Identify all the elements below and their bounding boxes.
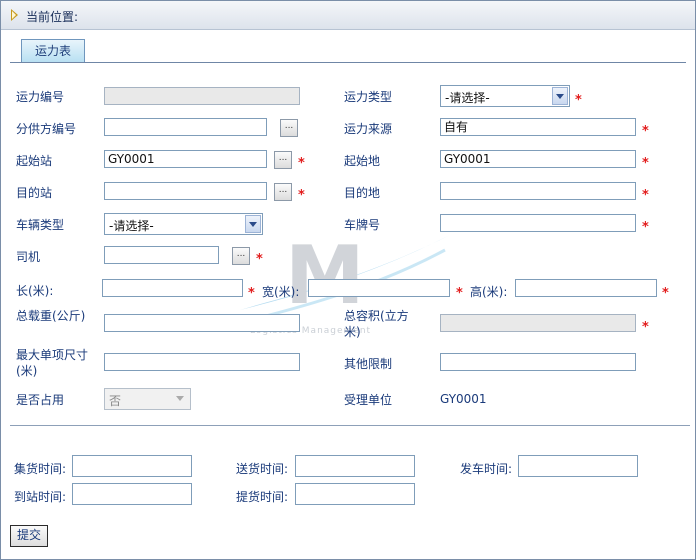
chevron-down-icon: [173, 390, 189, 408]
delivery-time-field[interactable]: [295, 455, 415, 477]
required-mark: *: [575, 93, 582, 108]
required-mark: *: [456, 286, 463, 301]
chevron-down-icon[interactable]: [552, 87, 568, 105]
total-volume-label: 总容积(立方米): [344, 309, 409, 339]
tab-underline: [10, 62, 686, 63]
start-place-label: 起始地: [344, 154, 381, 168]
delivery-time-label: 送货时间:: [236, 462, 289, 476]
supplier-no-label: 分供方编号: [16, 122, 77, 136]
start-station-field[interactable]: GY0001: [104, 150, 267, 168]
tab-capacity-table[interactable]: 运力表: [21, 39, 85, 63]
pickup-time-field[interactable]: [295, 483, 415, 505]
vehicle-type-value: -请选择-: [109, 219, 154, 233]
total-weight-field[interactable]: [104, 314, 300, 332]
location-label: 当前位置:: [26, 10, 79, 24]
is-occupied-label: 是否占用: [16, 393, 65, 407]
chevron-down-icon[interactable]: [245, 215, 261, 233]
required-mark: *: [662, 286, 669, 301]
capacity-source-label: 运力来源: [344, 122, 393, 136]
capacity-source-field[interactable]: 自有: [440, 118, 636, 136]
plate-no-label: 车牌号: [344, 218, 381, 232]
collect-time-field[interactable]: [72, 455, 192, 477]
required-mark: *: [298, 188, 305, 203]
departure-time-field[interactable]: [518, 455, 638, 477]
max-item-size-label: 最大单项尺寸(米): [16, 348, 89, 378]
plate-no-field[interactable]: [440, 214, 636, 232]
required-mark: *: [642, 220, 649, 235]
capacity-type-select[interactable]: -请选择-: [440, 85, 570, 107]
supplier-no-field[interactable]: [104, 118, 267, 136]
vehicle-type-select[interactable]: -请选择-: [104, 213, 263, 235]
is-occupied-value: 否: [109, 394, 122, 408]
capacity-no-label: 运力编号: [16, 90, 65, 104]
arrival-time-label: 到站时间:: [14, 490, 67, 504]
total-volume-field: [440, 314, 636, 332]
capacity-type-value: -请选择-: [445, 91, 490, 105]
collect-time-label: 集货时间:: [14, 462, 67, 476]
handling-unit-value: GY0001: [440, 392, 487, 406]
dest-place-field[interactable]: [440, 182, 636, 200]
supplier-browse-button[interactable]: ...: [280, 119, 298, 137]
handling-unit-label: 受理单位: [344, 393, 393, 407]
required-mark: *: [642, 320, 649, 335]
height-field[interactable]: [515, 279, 657, 297]
pickup-time-label: 提货时间:: [236, 490, 289, 504]
driver-field[interactable]: [104, 246, 219, 264]
total-weight-label: 总载重(公斤): [16, 309, 86, 323]
submit-button[interactable]: 提交: [10, 525, 48, 547]
start-station-label: 起始站: [16, 154, 53, 168]
required-mark: *: [248, 286, 255, 301]
location-arrow-icon: [11, 9, 18, 21]
height-label: 高(米):: [470, 285, 508, 299]
driver-browse-button[interactable]: ...: [232, 247, 250, 265]
capacity-type-label: 运力类型: [344, 90, 393, 104]
dest-station-browse-button[interactable]: ...: [274, 183, 292, 201]
dest-station-field[interactable]: [104, 182, 267, 200]
required-mark: *: [642, 188, 649, 203]
required-mark: *: [642, 124, 649, 139]
width-field[interactable]: [308, 279, 450, 297]
dest-place-label: 目的地: [344, 186, 381, 200]
is-occupied-select: 否: [104, 388, 191, 410]
length-field[interactable]: [102, 279, 243, 297]
vehicle-type-label: 车辆类型: [16, 218, 65, 232]
driver-label: 司机: [16, 250, 41, 264]
start-place-field[interactable]: GY0001: [440, 150, 636, 168]
section-divider: [10, 425, 690, 426]
arrival-time-field[interactable]: [72, 483, 192, 505]
dest-station-label: 目的站: [16, 186, 53, 200]
other-limit-field[interactable]: [440, 353, 636, 371]
other-limit-label: 其他限制: [344, 357, 393, 371]
required-mark: *: [642, 156, 649, 171]
location-bar: 当前位置:: [1, 1, 695, 30]
max-item-size-field[interactable]: [104, 353, 300, 371]
required-mark: *: [298, 156, 305, 171]
length-label: 长(米):: [16, 284, 54, 298]
departure-time-label: 发车时间:: [460, 462, 513, 476]
width-label: 宽(米):: [262, 285, 300, 299]
required-mark: *: [256, 252, 263, 267]
capacity-no-field: [104, 87, 300, 105]
start-station-browse-button[interactable]: ...: [274, 151, 292, 169]
